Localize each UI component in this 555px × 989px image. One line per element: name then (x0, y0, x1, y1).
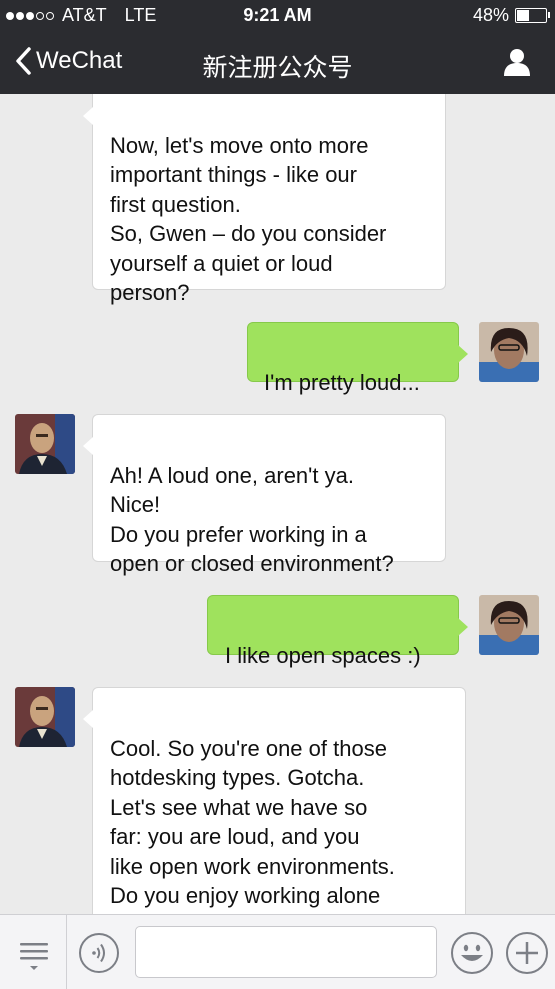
battery-percent: 48% (472, 5, 509, 25)
message-text: I like open spaces :) (225, 642, 421, 668)
toolbar-divider (66, 915, 67, 989)
user-avatar[interactable] (479, 595, 539, 655)
bot-avatar[interactable] (15, 414, 75, 474)
message-bubble-incoming: Now, let's move onto more important thin… (83, 94, 446, 305)
message-bubble-incoming: Ah! A loud one, aren't ya. Nice! Do you … (83, 414, 446, 576)
chat-title: 新注册公众号 (202, 54, 353, 82)
message-bubble-outgoing: I like open spaces :) (207, 595, 468, 668)
person-icon[interactable] (501, 46, 533, 78)
message-text: Ah! A loud one, aren't ya. Nice! Do you … (110, 462, 394, 577)
plus-icon[interactable] (505, 931, 549, 975)
bot-avatar[interactable] (15, 687, 75, 747)
message-bubble-incoming: Cool. So you're one of those hotdesking … (83, 687, 466, 915)
voice-icon[interactable] (78, 932, 120, 974)
menu-list-icon[interactable] (14, 935, 54, 975)
message-input[interactable] (135, 926, 437, 978)
message-bubble-outgoing: I'm pretty loud... (247, 322, 468, 395)
status-bar: AT&T LTE 9:21 AM 48% (0, 0, 555, 32)
input-toolbar (0, 914, 555, 989)
message-text: I'm pretty loud... (264, 369, 420, 395)
chat-area[interactable]: Now, let's move onto more important thin… (0, 94, 555, 914)
status-time: 9:21 AM (243, 5, 312, 25)
message-text: Cool. So you're one of those hotdesking … (110, 735, 395, 915)
nav-bar: WeChat 新注册公众号 (0, 32, 555, 94)
emoji-smile-icon[interactable] (450, 931, 494, 975)
message-text: Now, let's move onto more important thin… (110, 132, 387, 306)
battery-icon (515, 8, 550, 23)
user-avatar[interactable] (479, 322, 539, 382)
